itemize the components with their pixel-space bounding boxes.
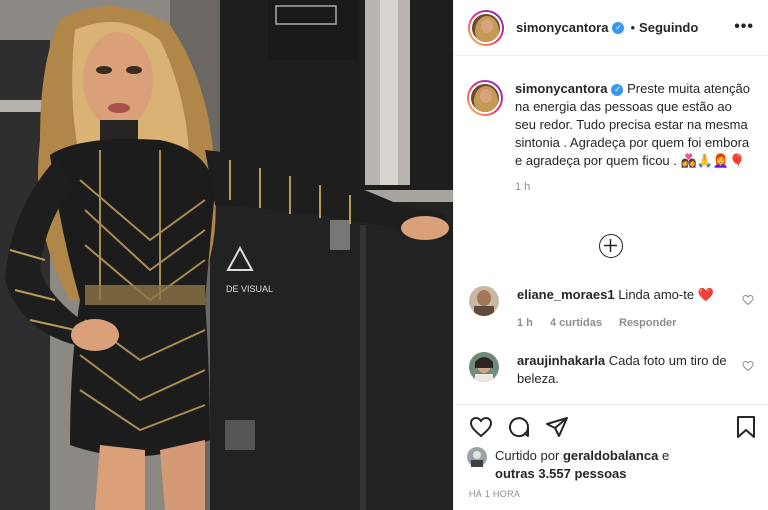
photo-illustration: DE VISUAL [0,0,453,510]
likes-others[interactable]: outras 3.557 pessoas [495,466,627,481]
likes-summary: Curtido por geraldobalanca e outras 3.55… [467,447,669,483]
following-button[interactable]: Seguindo [639,20,698,35]
reply-button[interactable]: Responder [619,317,676,329]
case-logo-text: DE VISUAL [226,284,273,294]
comment-item: araujinhakarla Cada foto um tiro de bele… [469,352,754,388]
load-more-comments-button[interactable] [599,234,623,258]
instagram-post: DE VISUAL simonycantora ✓ • Seguindo •••… [0,0,768,510]
comment-item: eliane_moraes1 Linda amo-te ❤️ 1 h 4 cur… [469,286,754,332]
likes-connector: e [661,448,670,463]
like-comment-heart-icon[interactable] [742,294,754,306]
caption-time[interactable]: 1 h [515,178,755,196]
likes-text: Curtido por geraldobalanca e outras 3.55… [495,447,669,483]
comment-meta: 1 h 4 curtidas Responder [517,314,727,332]
comment-text: Linda amo-te [618,287,695,302]
caption-author-avatar[interactable] [467,80,503,116]
share-send-icon[interactable] [545,415,569,439]
caption-emoji: 👩‍❤️‍👩🙏👩‍🦰🎈 [680,153,746,168]
comment-bubble-icon[interactable] [507,415,531,439]
commenter-username[interactable]: eliane_moraes1 [517,287,615,302]
avatar-image [469,352,499,382]
comment-body: eliane_moraes1 Linda amo-te ❤️ 1 h 4 cur… [517,286,727,332]
verified-badge-icon: ✓ [612,21,625,34]
author-username[interactable]: simonycantora [516,20,608,35]
commenter-avatar[interactable] [469,352,499,382]
comment-likes[interactable]: 4 curtidas [550,317,602,329]
likes-prefix: Curtido por [495,448,560,463]
post-actions: Curtido por geraldobalanca e outras 3.55… [453,404,768,510]
commenter-avatar[interactable] [469,286,499,316]
author-avatar[interactable] [468,9,504,46]
commenter-username[interactable]: araujinhakarla [517,353,605,368]
save-bookmark-icon[interactable] [735,415,757,439]
post-header: simonycantora ✓ • Seguindo ••• [454,0,768,56]
avatar-image [469,286,499,316]
posted-time[interactable]: HÁ 1 HORA [469,489,520,499]
caption-username[interactable]: simonycantora [515,81,607,96]
plus-icon [604,239,617,252]
caption-verified-badge-icon: ✓ [611,83,624,96]
caption: simonycantora ✓ Preste muita atenção na e… [467,80,757,196]
liker-avatar[interactable] [467,447,487,467]
comment-time[interactable]: 1 h [517,317,533,329]
caption-body: simonycantora ✓ Preste muita atenção na e… [515,80,755,196]
liker-username[interactable]: geraldobalanca [563,448,658,463]
post-photo[interactable]: DE VISUAL [0,0,453,510]
like-heart-icon[interactable] [469,415,493,439]
header-separator: • [630,20,636,35]
more-options-icon[interactable]: ••• [734,18,754,36]
comment-body: araujinhakarla Cada foto um tiro de bele… [517,352,727,388]
comment-emoji: ❤️ [697,287,714,302]
like-comment-heart-icon[interactable] [742,360,754,372]
